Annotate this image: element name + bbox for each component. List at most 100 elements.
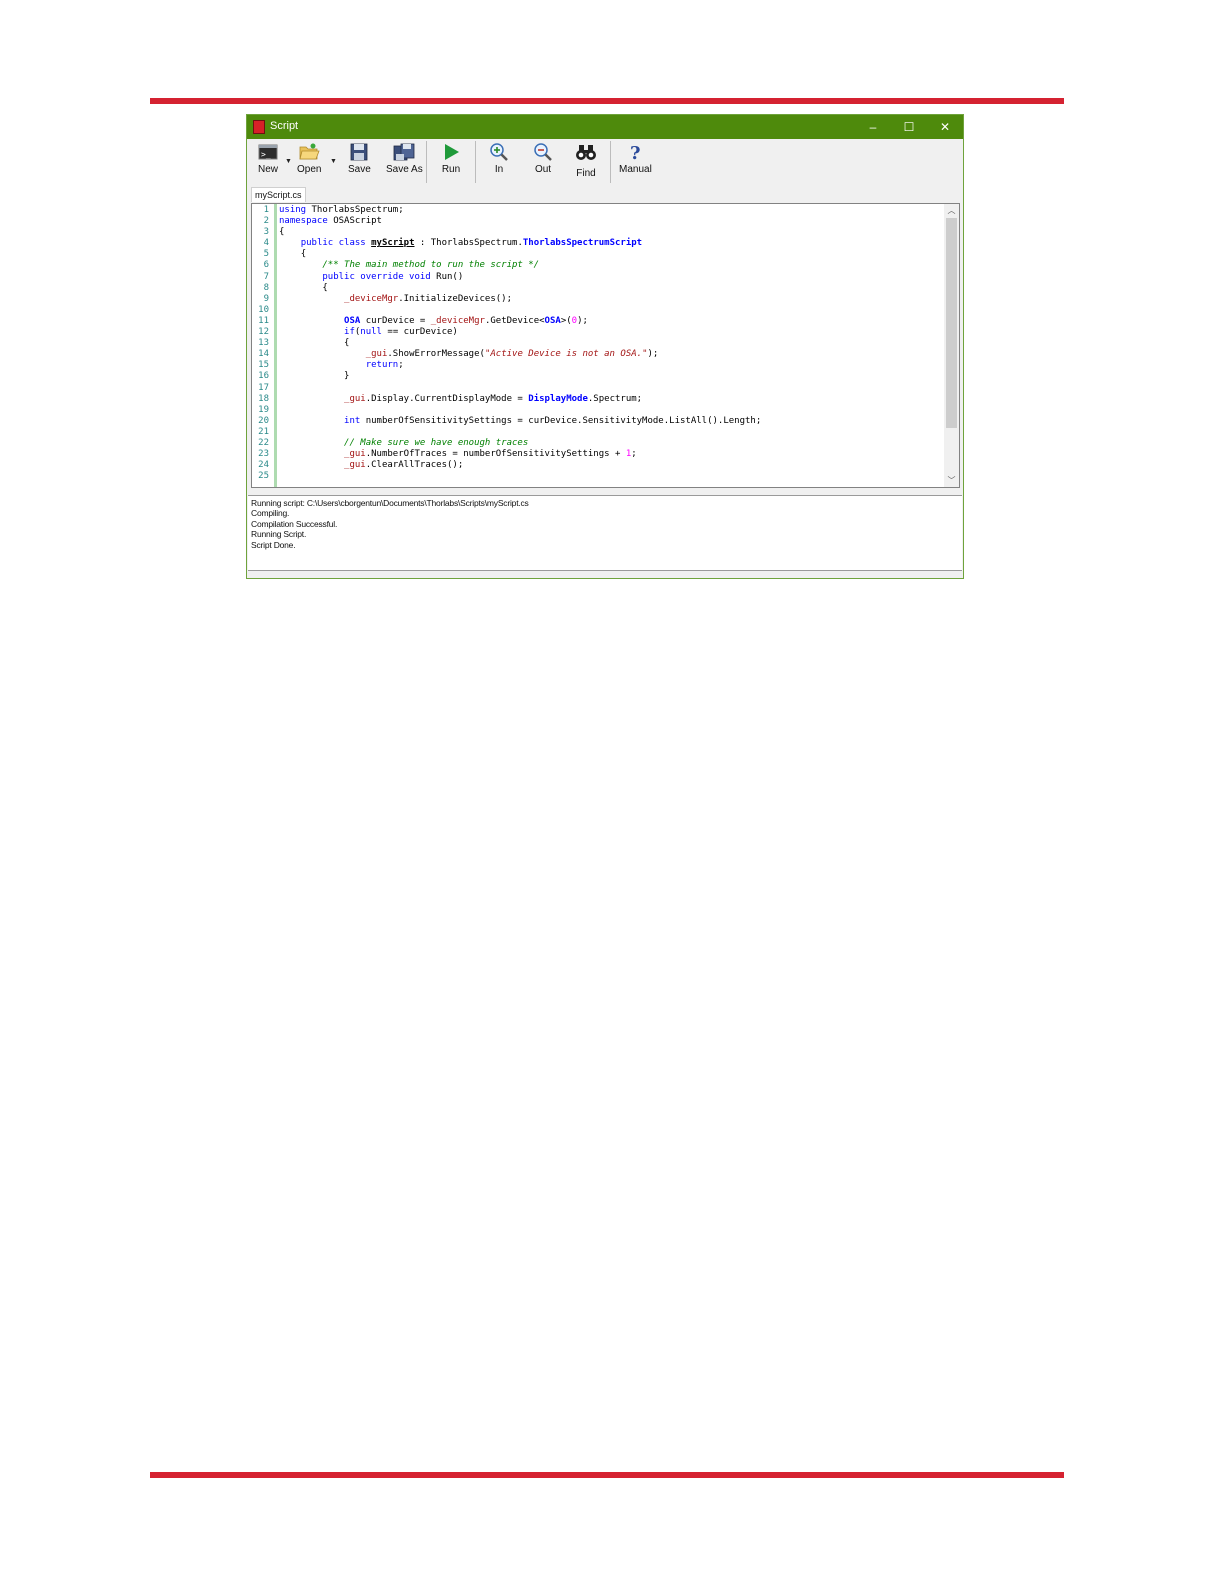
open-label: Open xyxy=(297,164,322,175)
manual-label: Manual xyxy=(619,164,652,175)
open-dropdown-arrow[interactable]: ▼ xyxy=(330,158,337,165)
code-line: 2 namespace OSAScript xyxy=(264,216,941,227)
save-as-icon xyxy=(393,143,415,161)
tab-myscript[interactable]: myScript.cs xyxy=(251,187,306,202)
run-label: Run xyxy=(441,164,461,175)
code-text: ; xyxy=(631,449,637,460)
code-text: numberOfSensitivitySettings = curDevice.… xyxy=(360,415,762,426)
code-keyword: public override void xyxy=(322,271,431,282)
code-line: 16 } xyxy=(258,371,941,382)
code-text: : ThorlabsSpectrum. xyxy=(414,238,523,249)
code-text: { xyxy=(300,249,307,260)
code-line: 9 _deviceMgr.InitializeDevices(); xyxy=(264,293,941,305)
code-text: .Spectrum; xyxy=(587,393,643,404)
code-text: .GetDevice< xyxy=(484,315,545,326)
line-number: 6 xyxy=(263,260,269,271)
code-text: } xyxy=(344,371,350,382)
code-text: >( xyxy=(560,315,572,326)
line-number: 20 xyxy=(258,415,269,426)
code-field: _deviceMgr xyxy=(344,293,399,304)
change-marker-bar xyxy=(274,204,277,487)
code-keyword: using xyxy=(279,205,307,215)
code-text: .Display.CurrentDisplayMode = xyxy=(365,393,529,404)
code-comment: // Make sure we have enough traces xyxy=(344,437,529,448)
script-window: Script – ☐ ✕ >_ New ▼ Open ▼ Save Save A… xyxy=(246,114,964,579)
run-button[interactable]: Run xyxy=(440,142,462,182)
code-text: OSAScript xyxy=(327,216,382,227)
code-line: 21 xyxy=(258,427,941,438)
tab-strip: myScript.cs xyxy=(247,185,963,202)
code-line: 3{ xyxy=(264,227,941,238)
code-text: ThorlabsSpectrum; xyxy=(306,205,404,215)
scroll-up-arrow-icon[interactable]: ︿ xyxy=(944,205,959,216)
line-number: 4 xyxy=(263,238,269,249)
code-class-name: myScript xyxy=(371,238,415,249)
maximize-button[interactable]: ☐ xyxy=(891,115,927,139)
code-line: 10 xyxy=(258,305,941,316)
code-comment: /** The main method to run the script */ xyxy=(322,260,540,271)
output-line: Running script: C:\Users\cborgentun\Docu… xyxy=(251,498,529,508)
scroll-down-arrow-icon[interactable]: ﹀ xyxy=(944,475,959,486)
output-line: Running Script. xyxy=(251,529,307,540)
scrollbar-thumb[interactable] xyxy=(946,218,957,428)
code-line: 8 { xyxy=(264,283,941,294)
code-text: Run() xyxy=(430,271,464,282)
line-number: 21 xyxy=(258,426,269,437)
toolbar: >_ New ▼ Open ▼ Save Save As Run In Out … xyxy=(247,139,963,185)
line-number: 23 xyxy=(258,449,269,460)
code-keyword: namespace xyxy=(279,216,328,227)
line-number: 19 xyxy=(258,404,269,415)
svg-text:?: ? xyxy=(630,143,641,162)
new-label: New xyxy=(257,164,278,175)
open-button[interactable]: Open xyxy=(297,142,321,182)
zoom-out-label: Out xyxy=(534,164,552,175)
code-line: 24 _gui.ClearAllTraces(); xyxy=(258,460,941,471)
app-icon xyxy=(253,120,265,134)
manual-button[interactable]: ? Manual xyxy=(619,142,652,182)
code-line: 23 _gui.NumberOfTraces = numberOfSensiti… xyxy=(258,449,941,460)
zoom-out-button[interactable]: Out xyxy=(532,142,554,182)
save-button[interactable]: Save xyxy=(348,142,371,182)
code-keyword: if xyxy=(344,327,355,338)
title-bar[interactable]: Script – ☐ ✕ xyxy=(247,115,963,139)
code-text: == curDevice) xyxy=(381,327,458,338)
code-field: _gui xyxy=(344,449,366,460)
line-number: 2 xyxy=(263,216,269,227)
code-field: _gui xyxy=(365,349,388,360)
editor-vertical-scrollbar[interactable]: ︿ ﹀ xyxy=(944,204,959,487)
code-line: 12 if(null == curDevice) xyxy=(258,327,941,338)
new-button[interactable]: >_ New xyxy=(257,142,279,182)
line-number: 1 xyxy=(263,205,269,215)
save-as-button[interactable]: Save As xyxy=(386,142,423,182)
code-type: OSA xyxy=(344,315,361,326)
code-type: ThorlabsSpectrumScript xyxy=(522,238,643,249)
toolbar-separator xyxy=(475,141,476,183)
toolbar-separator xyxy=(426,141,427,183)
output-console[interactable]: Running script: C:\Users\cborgentun\Docu… xyxy=(248,495,962,571)
code-line: 14 _gui.ShowErrorMessage("Active Device … xyxy=(258,349,941,360)
code-line: 18 _gui.Display.CurrentDisplayMode = Dis… xyxy=(258,393,941,405)
save-disk-icon xyxy=(350,143,368,161)
line-number: 12 xyxy=(258,327,269,338)
minimize-button[interactable]: – xyxy=(855,115,891,139)
line-number: 16 xyxy=(258,371,269,382)
code-line: 7 public override void Run() xyxy=(264,271,941,283)
zoom-in-button[interactable]: In xyxy=(488,142,510,182)
help-question-icon: ? xyxy=(630,143,641,162)
code-text: ; xyxy=(398,360,404,371)
code-text: { xyxy=(279,227,285,238)
find-button[interactable]: Find xyxy=(575,142,597,182)
new-script-icon: >_ xyxy=(258,144,278,160)
code-text: curDevice = xyxy=(360,315,431,326)
code-keyword: int xyxy=(344,415,361,426)
line-number: 7 xyxy=(263,271,269,282)
zoom-out-icon xyxy=(534,143,552,161)
close-button[interactable]: ✕ xyxy=(927,115,963,139)
code-area[interactable]: 1 using ThorlabsSpectrum; 2 namespace OSAS… xyxy=(258,205,941,482)
run-play-icon xyxy=(445,144,459,160)
new-dropdown-arrow[interactable]: ▼ xyxy=(285,158,292,165)
code-editor[interactable]: 1 using ThorlabsSpectrum; 2 namespace OSAS… xyxy=(251,203,960,488)
output-line: Compilation Successful. xyxy=(251,518,338,529)
zoom-in-icon xyxy=(490,143,508,161)
page-bottom-rule xyxy=(150,1472,1064,1478)
